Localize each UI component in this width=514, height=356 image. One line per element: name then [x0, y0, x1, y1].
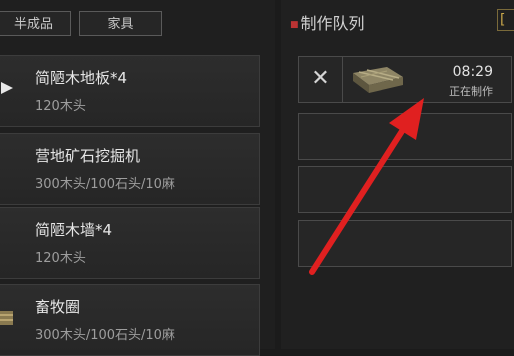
- floor-icon: [1, 82, 13, 94]
- recipe-item[interactable]: 简陋木墙*4 120木头: [0, 207, 260, 279]
- recipe-name: 简陋木地板*4: [35, 69, 128, 87]
- recipe-cost: 120木头: [35, 99, 86, 114]
- recipe-item[interactable]: 营地矿石挖掘机 300木头/100石头/10麻: [0, 133, 260, 205]
- pen-icon: [0, 311, 13, 325]
- corner-button[interactable]: [: [497, 9, 514, 31]
- tab-semi-finished[interactable]: 半成品: [0, 11, 71, 36]
- craft-timer: 08:29: [452, 64, 493, 80]
- recipe-panel: 半成品 家具 简陋木地板*4 120木头 营地矿石挖掘机 300木头/100石头…: [0, 0, 275, 356]
- queue-slot-active[interactable]: ✕ 08:29 正在制作: [298, 56, 512, 103]
- recipe-cost: 300木头/100石头/10麻: [35, 328, 175, 343]
- recipe-name: 畜牧圈: [35, 298, 81, 316]
- queue-title-text: 制作队列: [300, 14, 365, 33]
- recipe-item[interactable]: 畜牧圈 300木头/100石头/10麻: [0, 284, 260, 356]
- recipe-cost: 300木头/100石头/10麻: [35, 177, 175, 192]
- queue-slot-empty[interactable]: [298, 220, 512, 267]
- cancel-craft-button[interactable]: ✕: [299, 57, 343, 102]
- queue-slot-empty[interactable]: [298, 166, 512, 213]
- recipe-name: 简陋木墙*4: [35, 221, 113, 239]
- queue-slot-empty[interactable]: [298, 113, 512, 160]
- recipe-item[interactable]: 简陋木地板*4 120木头: [0, 55, 260, 127]
- tab-furniture[interactable]: 家具: [79, 11, 162, 36]
- marker-icon: ■: [290, 19, 299, 30]
- recipe-name: 营地矿石挖掘机: [35, 147, 141, 165]
- floor-item-icon: [353, 67, 403, 93]
- recipe-cost: 120木头: [35, 251, 86, 266]
- queue-title: ■ 制作队列: [290, 10, 365, 34]
- craft-status: 正在制作: [449, 85, 493, 98]
